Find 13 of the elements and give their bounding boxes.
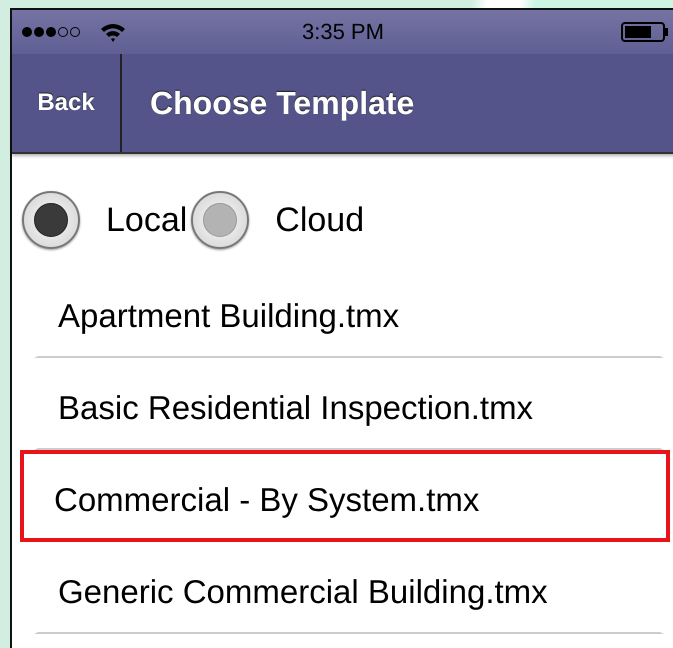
radio-label[interactable]: Cloud <box>275 200 364 240</box>
template-list-item[interactable]: Basic Residential Inspection.tmx <box>34 358 664 450</box>
back-button[interactable]: Back <box>12 54 122 152</box>
status-time: 3:35 PM <box>302 19 384 45</box>
screen-title: Choose Template <box>150 84 414 122</box>
template-list-item[interactable]: Generic Commercial Building.tmx <box>34 542 664 634</box>
battery-icon <box>621 22 669 42</box>
template-list-item[interactable]: Commercial - By System.tmx <box>20 450 670 542</box>
template-list-item[interactable]: Apartment Building.tmx <box>34 266 664 358</box>
radio-button[interactable] <box>191 191 250 249</box>
radio-label[interactable]: Local <box>106 200 188 240</box>
radio-button[interactable] <box>22 191 80 249</box>
wifi-icon <box>100 21 126 43</box>
